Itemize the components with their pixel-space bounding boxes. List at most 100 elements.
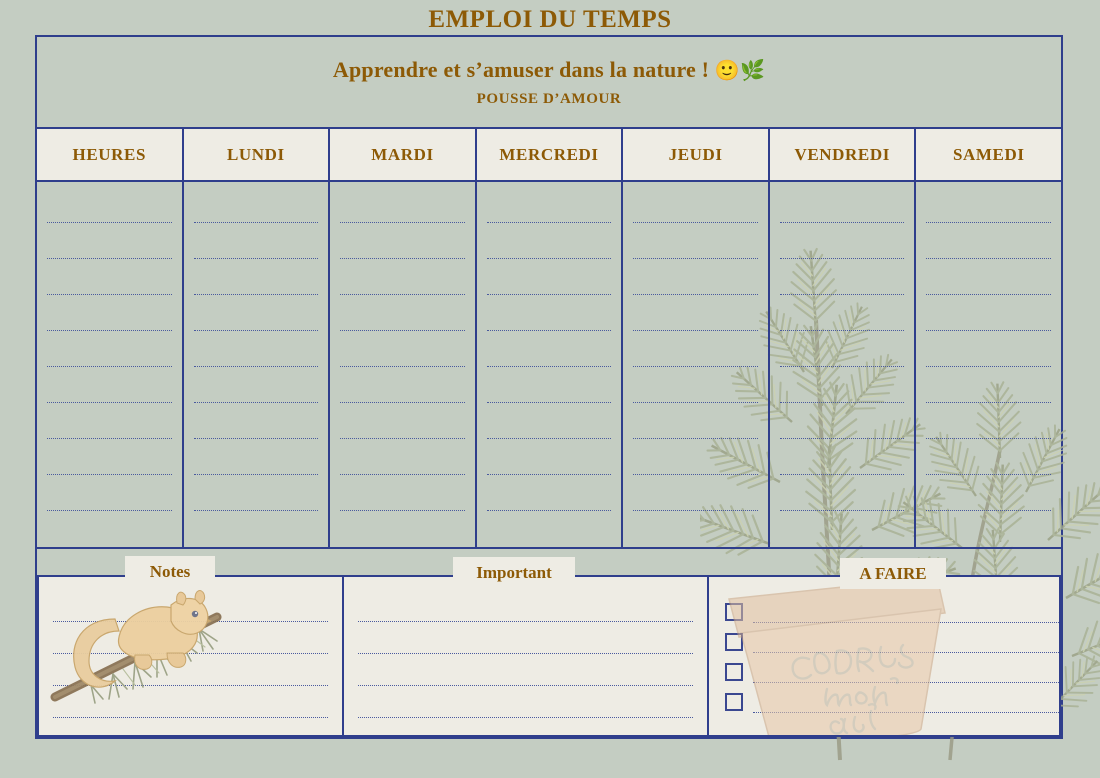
write-line — [340, 438, 465, 439]
smiley-icon: 🙂 — [714, 59, 741, 82]
planner-page: EMPLOI DU TEMPS Apprendre et s’amuser da… — [0, 0, 1100, 778]
write-line — [633, 222, 758, 223]
checkbox-icon[interactable] — [725, 633, 743, 651]
write-line — [47, 474, 172, 475]
write-line — [47, 330, 172, 331]
write-line — [340, 474, 465, 475]
todo-item[interactable] — [725, 627, 1059, 657]
write-line — [926, 510, 1052, 511]
column-header-heures[interactable]: HEURES — [37, 127, 184, 182]
write-line — [53, 685, 328, 686]
banner-main-label: Apprendre et s’amuser dans la nature ! — [332, 56, 710, 82]
schedule-column-mardi[interactable] — [330, 182, 477, 549]
todo-item[interactable] — [725, 687, 1059, 717]
write-line — [193, 330, 319, 331]
write-line — [926, 222, 1052, 223]
write-line — [486, 438, 612, 439]
schedule-column-lundi[interactable] — [184, 182, 331, 549]
banner-subtitle: POUSSE D’AMOUR — [476, 90, 622, 107]
write-line — [193, 366, 319, 367]
column-header-mercredi[interactable]: MERCREDI — [476, 127, 624, 182]
write-line — [486, 294, 612, 295]
todo-write-line[interactable] — [753, 711, 1059, 713]
todo-panel[interactable] — [707, 575, 1061, 737]
column-header-lundi[interactable]: LUNDI — [183, 127, 331, 182]
write-line — [340, 510, 465, 511]
schedule-column-mercredi[interactable] — [477, 182, 624, 549]
schedule-column-heures[interactable] — [37, 182, 184, 549]
day-header-row: HEURES LUNDI MARDI MERCREDI JEUDI VENDRE… — [37, 127, 1062, 182]
write-line — [193, 474, 319, 475]
write-line — [486, 402, 612, 403]
notes-rules — [53, 577, 328, 735]
column-header-mardi[interactable]: MARDI — [330, 127, 477, 182]
write-line — [53, 621, 328, 622]
write-line — [358, 653, 693, 654]
write-line — [340, 258, 465, 259]
column-header-samedi[interactable]: SAMEDI — [916, 127, 1062, 182]
schedule-column-vendredi[interactable] — [770, 182, 917, 549]
checkbox-icon[interactable] — [725, 693, 743, 711]
todo-write-line[interactable] — [753, 621, 1059, 623]
checkbox-icon[interactable] — [725, 603, 743, 621]
write-line — [779, 438, 905, 439]
write-line — [486, 258, 612, 259]
write-line — [633, 402, 758, 403]
important-rules — [358, 577, 693, 735]
write-line — [633, 474, 758, 475]
write-line — [486, 474, 612, 475]
write-line — [926, 402, 1052, 403]
schedule-column-samedi[interactable] — [916, 182, 1061, 549]
column-header-vendredi[interactable]: VENDREDI — [769, 127, 917, 182]
write-line — [633, 366, 758, 367]
write-line — [633, 438, 758, 439]
write-line — [926, 474, 1052, 475]
banner-main-text: Apprendre et s’amuser dans la nature ! 🙂… — [333, 57, 765, 83]
todo-tab-label[interactable]: A FAIRE — [840, 558, 946, 589]
write-line — [633, 330, 758, 331]
write-line — [926, 438, 1052, 439]
write-line — [193, 510, 319, 511]
write-line — [47, 258, 172, 259]
write-line — [47, 438, 172, 439]
write-line — [779, 474, 905, 475]
write-line — [486, 222, 612, 223]
write-line — [779, 366, 905, 367]
write-line — [358, 717, 693, 718]
important-panel[interactable] — [342, 575, 707, 737]
todo-item[interactable] — [725, 657, 1059, 687]
write-line — [193, 258, 319, 259]
notes-panel[interactable] — [37, 575, 342, 737]
schedule-column-jeudi[interactable] — [623, 182, 770, 549]
write-line — [926, 330, 1052, 331]
write-line — [633, 294, 758, 295]
write-line — [779, 330, 905, 331]
todo-item[interactable] — [725, 597, 1059, 627]
bottom-panels — [37, 575, 1061, 737]
important-tab-label[interactable]: Important — [453, 557, 575, 588]
write-line — [633, 258, 758, 259]
write-line — [486, 366, 612, 367]
write-line — [340, 294, 465, 295]
todo-write-line[interactable] — [753, 681, 1059, 683]
write-line — [779, 222, 905, 223]
todo-list — [725, 597, 1059, 717]
write-line — [193, 402, 319, 403]
write-line — [340, 402, 465, 403]
write-line — [779, 510, 905, 511]
write-line — [340, 222, 465, 223]
write-line — [926, 366, 1052, 367]
write-line — [193, 438, 319, 439]
write-line — [340, 366, 465, 367]
write-line — [53, 717, 328, 718]
write-line — [47, 402, 172, 403]
notes-tab-label[interactable]: Notes — [125, 556, 215, 587]
checkbox-icon[interactable] — [725, 663, 743, 681]
schedule-grid — [37, 182, 1061, 549]
write-line — [340, 330, 465, 331]
banner: Apprendre et s’amuser dans la nature ! 🙂… — [37, 37, 1061, 127]
write-line — [358, 621, 693, 622]
write-line — [779, 402, 905, 403]
column-header-jeudi[interactable]: JEUDI — [623, 127, 770, 182]
todo-write-line[interactable] — [753, 651, 1059, 653]
